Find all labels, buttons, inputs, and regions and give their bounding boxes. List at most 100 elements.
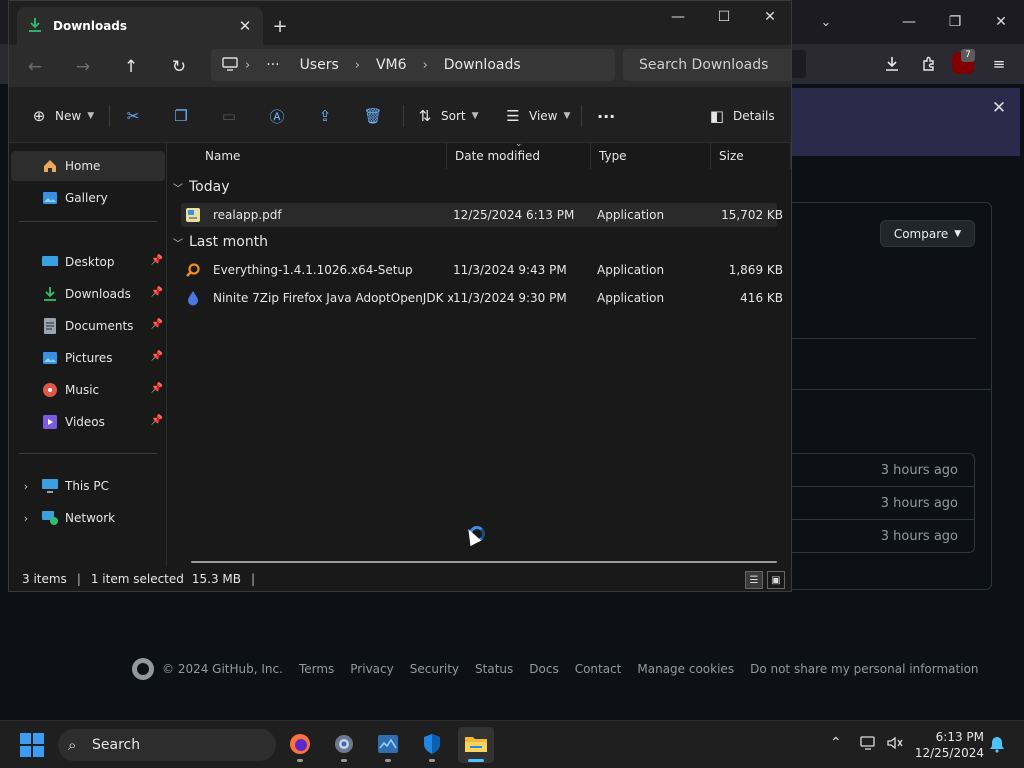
nav-item-desktop[interactable]: Desktop 📌 bbox=[11, 247, 165, 277]
list-item[interactable]: 3 hours ago bbox=[792, 487, 974, 520]
nav-item-pictures[interactable]: Pictures 📌 bbox=[11, 343, 165, 373]
url-bar-edge[interactable] bbox=[790, 50, 806, 78]
maximize-button[interactable]: ☐ bbox=[701, 1, 747, 33]
firefox-close-button[interactable]: ✕ bbox=[978, 0, 1024, 44]
explorer-tab[interactable]: Downloads ✕ bbox=[17, 7, 263, 45]
pin-icon[interactable]: 📌 bbox=[151, 351, 163, 362]
table-row[interactable]: Ninite 7Zip Firefox Java AdoptOpenJDK x.… bbox=[181, 286, 783, 310]
show-hidden-icons-chevron-icon[interactable]: ⌃ bbox=[830, 735, 842, 751]
group-header-today[interactable]: ﹀ Today bbox=[173, 175, 230, 199]
taskbar-file-explorer[interactable] bbox=[458, 727, 494, 763]
taskbar-firefox[interactable] bbox=[282, 727, 318, 763]
close-button[interactable]: ✕ bbox=[747, 1, 793, 33]
volume-muted-icon[interactable] bbox=[886, 735, 904, 755]
pin-icon[interactable]: 📌 bbox=[151, 255, 163, 266]
nav-item-network[interactable]: › Network bbox=[11, 503, 165, 533]
back-arrow-icon[interactable]: ← bbox=[21, 53, 49, 81]
footer-link-terms[interactable]: Terms bbox=[299, 662, 334, 676]
nav-item-home[interactable]: Home bbox=[11, 151, 165, 181]
nav-item-label: Downloads bbox=[65, 287, 131, 301]
tab-close-icon[interactable]: ✕ bbox=[233, 14, 257, 38]
list-item[interactable]: 3 hours ago bbox=[792, 454, 974, 487]
list-view-icon: ☰ bbox=[506, 107, 520, 125]
footer-link-do-not-share[interactable]: Do not share my personal information bbox=[750, 662, 978, 676]
column-header-size[interactable]: Size bbox=[711, 143, 791, 169]
footer-link-docs[interactable]: Docs bbox=[529, 662, 558, 676]
pin-icon[interactable]: 📌 bbox=[151, 415, 163, 426]
pin-icon[interactable]: 📌 bbox=[151, 383, 163, 394]
system-clock[interactable]: 6:13 PM 12/25/2024 bbox=[912, 729, 984, 761]
new-button[interactable]: ⊕ New ▼ bbox=[29, 103, 94, 129]
nav-item-documents[interactable]: Documents 📌 bbox=[11, 311, 165, 341]
footer-link-privacy[interactable]: Privacy bbox=[350, 662, 393, 676]
see-more-button[interactable]: ··· bbox=[597, 103, 615, 129]
breadcrumb-overflow[interactable]: ··· bbox=[256, 57, 289, 73]
taskbar-search[interactable]: ⌕ Search bbox=[58, 729, 276, 761]
chevron-right-icon[interactable]: › bbox=[19, 512, 33, 525]
delete-button[interactable]: 🗑 bbox=[363, 103, 383, 129]
sort-button[interactable]: ⇅ Sort ▼ bbox=[415, 103, 479, 129]
pin-icon[interactable]: 📌 bbox=[151, 287, 163, 298]
rename-button[interactable]: Ⓐ bbox=[267, 103, 287, 129]
extensions-icon[interactable] bbox=[916, 52, 942, 76]
pin-icon[interactable]: 📌 bbox=[151, 319, 163, 330]
footer-link-status[interactable]: Status bbox=[475, 662, 513, 676]
column-header-name[interactable]: Name bbox=[197, 143, 447, 169]
footer-link-contact[interactable]: Contact bbox=[575, 662, 622, 676]
group-header-last-month[interactable]: ﹀ Last month bbox=[173, 230, 268, 254]
cut-button[interactable]: ✂ bbox=[123, 103, 143, 129]
nav-item-videos[interactable]: Videos 📌 bbox=[11, 407, 165, 437]
notification-bell-icon[interactable] bbox=[988, 735, 1006, 753]
computer-icon[interactable] bbox=[221, 56, 239, 75]
list-all-tabs-chevron-icon[interactable]: ⌄ bbox=[806, 0, 846, 44]
share-button[interactable]: ⇪ bbox=[315, 103, 335, 129]
windows-start-icon[interactable] bbox=[20, 733, 44, 757]
search-input[interactable]: Search Downloads bbox=[623, 49, 791, 81]
table-row[interactable]: realapp.pdf 12/25/2024 6:13 PM Applicati… bbox=[181, 203, 783, 227]
downloads-icon[interactable] bbox=[879, 52, 905, 76]
nav-item-this-pc[interactable]: › This PC bbox=[11, 471, 165, 501]
tiles-view-icon[interactable]: ▣ bbox=[767, 571, 785, 589]
footer-link-manage-cookies[interactable]: Manage cookies bbox=[637, 662, 734, 676]
file-date: 11/3/2024 9:43 PM bbox=[453, 263, 567, 277]
address-bar[interactable]: › ··· Users › VM6 › Downloads bbox=[211, 49, 615, 81]
details-pane-button[interactable]: ◧ Details bbox=[707, 103, 775, 129]
breadcrumb-chevron-icon[interactable]: › bbox=[239, 58, 256, 73]
taskbar-settings[interactable] bbox=[326, 727, 362, 763]
firefox-restore-button[interactable]: ❐ bbox=[932, 0, 978, 44]
table-row[interactable]: Everything-1.4.1.1026.x64-Setup 11/3/202… bbox=[181, 258, 783, 282]
view-button[interactable]: ☰ View ▼ bbox=[503, 103, 570, 129]
taskbar-task-manager[interactable] bbox=[370, 727, 406, 763]
nav-item-downloads[interactable]: Downloads 📌 bbox=[11, 279, 165, 309]
forward-arrow-icon[interactable]: → bbox=[69, 53, 97, 81]
hamburger-menu-icon[interactable]: ≡ bbox=[986, 52, 1012, 76]
firefox-minimize-button[interactable]: — bbox=[886, 0, 932, 44]
nav-item-label: Pictures bbox=[65, 351, 113, 365]
list-item[interactable]: 3 hours ago bbox=[792, 520, 974, 553]
breadcrumb-users[interactable]: Users bbox=[290, 57, 349, 73]
breadcrumb-chevron-icon[interactable]: › bbox=[417, 58, 434, 73]
new-tab-plus-icon[interactable]: + bbox=[267, 13, 293, 39]
tab-title: Downloads bbox=[53, 19, 128, 33]
up-arrow-icon[interactable]: ↑ bbox=[117, 53, 145, 81]
nav-item-music[interactable]: Music 📌 bbox=[11, 375, 165, 405]
minimize-button[interactable]: — bbox=[655, 1, 701, 33]
breadcrumb-vm6[interactable]: VM6 bbox=[366, 57, 417, 73]
column-header-date-modified[interactable]: Date modified ⌄ bbox=[447, 139, 591, 169]
refresh-icon[interactable]: ↻ bbox=[165, 53, 193, 81]
breadcrumb-chevron-icon[interactable]: › bbox=[349, 58, 366, 73]
network-tray-icon[interactable] bbox=[860, 735, 878, 755]
chevron-right-icon[interactable]: › bbox=[19, 480, 33, 493]
details-view-icon[interactable]: ☰ bbox=[745, 571, 763, 589]
horizontal-scrollbar[interactable] bbox=[191, 561, 777, 563]
breadcrumb-downloads[interactable]: Downloads bbox=[434, 57, 531, 73]
copy-button[interactable]: ❐ bbox=[171, 103, 191, 129]
paste-button[interactable]: ▭ bbox=[219, 103, 239, 129]
banner-close-icon[interactable]: ✕ bbox=[988, 97, 1010, 119]
column-header-type[interactable]: Type bbox=[591, 143, 711, 169]
footer-link-security[interactable]: Security bbox=[410, 662, 459, 676]
taskbar-windows-security[interactable] bbox=[414, 727, 450, 763]
nav-item-gallery[interactable]: Gallery bbox=[11, 183, 165, 213]
github-logo-icon[interactable] bbox=[132, 658, 154, 680]
compare-button[interactable]: Compare ▼ bbox=[880, 220, 975, 247]
